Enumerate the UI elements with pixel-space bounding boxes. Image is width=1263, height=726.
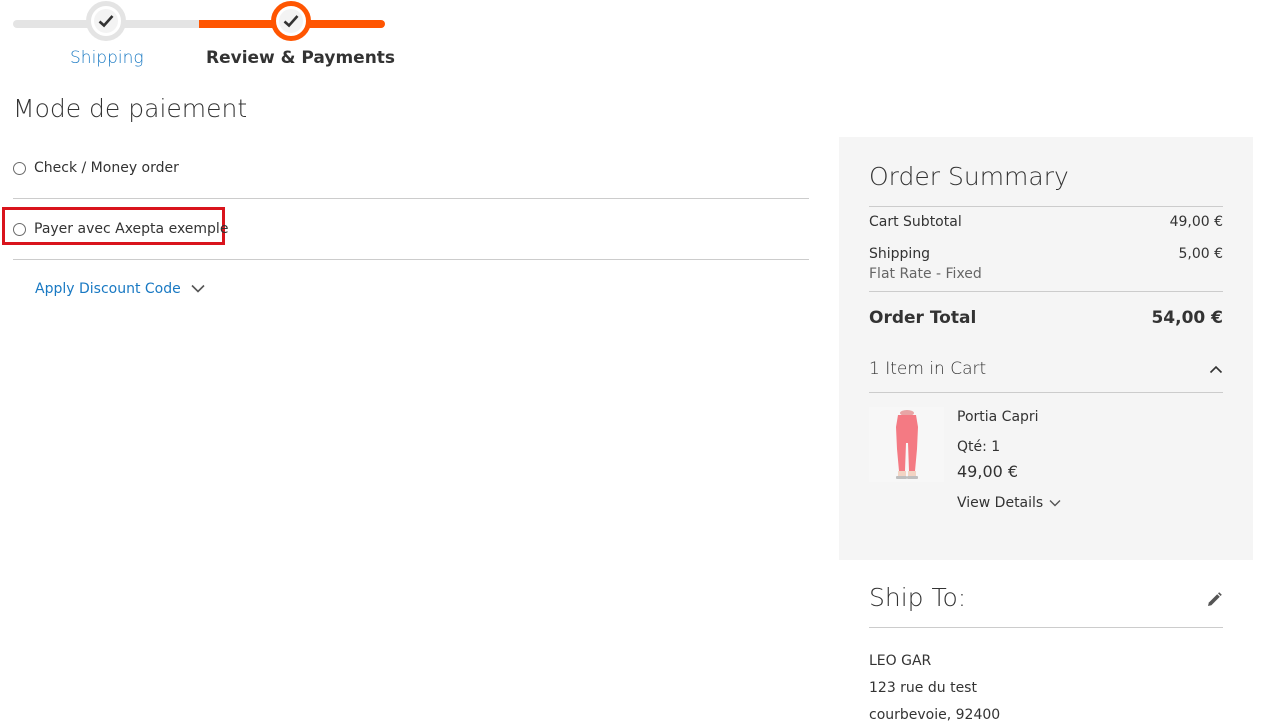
ship-to-street: 123 rue du test (869, 680, 977, 696)
chevron-down-icon[interactable] (1049, 495, 1061, 511)
step-review-label: Review & Payments (206, 48, 396, 68)
payment-method-axepta[interactable]: Payer avec Axepta exemple (13, 219, 809, 239)
items-in-cart-toggle[interactable]: 1 Item in Cart (869, 359, 1223, 379)
checkmark-icon (279, 9, 303, 33)
payment-section-title: Mode de paiement (13, 94, 248, 123)
divider (869, 627, 1223, 628)
cart-subtotal-value: 49,00 € (1169, 214, 1223, 230)
cart-subtotal-row: Cart Subtotal 49,00 € (869, 214, 1223, 230)
checkout-progress-bar: Shipping Review & Payments (0, 0, 400, 80)
product-name: Portia Capri (957, 409, 1039, 425)
divider (13, 198, 809, 199)
payment-radio-axepta[interactable] (13, 222, 26, 236)
order-summary: Order Summary Cart Subtotal 49,00 € Ship… (839, 137, 1253, 560)
ship-to-name: LEO GAR (869, 653, 932, 669)
order-total-row: Order Total 54,00 € (869, 308, 1223, 328)
order-total-value: 54,00 € (1151, 308, 1223, 328)
shipping-row: Shipping 5,00 € (869, 246, 1223, 262)
ship-to-city: courbevoie, 92400 (869, 707, 1001, 723)
apply-discount-label[interactable]: Apply Discount Code (35, 281, 181, 297)
order-total-label: Order Total (869, 308, 977, 328)
divider (869, 206, 1223, 207)
view-details-toggle[interactable]: View Details (957, 495, 1061, 511)
product-qty: Qté: 1 (957, 439, 1001, 455)
divider (13, 259, 809, 260)
shipping-value: 5,00 € (1178, 246, 1223, 262)
payment-radio-checkmo[interactable] (13, 161, 26, 175)
payment-method-label[interactable]: Check / Money order (34, 160, 179, 176)
items-in-cart-label[interactable]: 1 Item in Cart (869, 359, 986, 379)
shipping-method: Flat Rate - Fixed (869, 266, 982, 282)
step-shipping-marker[interactable] (86, 1, 126, 41)
order-summary-title: Order Summary (869, 162, 1069, 191)
payment-method-checkmo[interactable]: Check / Money order (13, 158, 809, 178)
chevron-down-icon[interactable] (191, 281, 205, 297)
checkmark-icon (94, 9, 118, 33)
divider (869, 392, 1223, 393)
apply-discount-toggle[interactable]: Apply Discount Code (35, 281, 205, 297)
product-thumbnail (869, 407, 944, 482)
product-price: 49,00 € (957, 462, 1019, 481)
ship-to-title: Ship To: (869, 583, 967, 612)
step-review-marker (271, 1, 311, 41)
cart-subtotal-label: Cart Subtotal (869, 214, 962, 230)
chevron-up-icon[interactable] (1209, 359, 1223, 379)
divider (869, 291, 1223, 292)
step-shipping-link[interactable]: Shipping (70, 48, 144, 68)
view-details-label[interactable]: View Details (957, 495, 1043, 511)
pencil-icon[interactable] (1205, 591, 1223, 609)
shipping-label: Shipping (869, 246, 931, 262)
payment-method-label[interactable]: Payer avec Axepta exemple (34, 221, 228, 237)
